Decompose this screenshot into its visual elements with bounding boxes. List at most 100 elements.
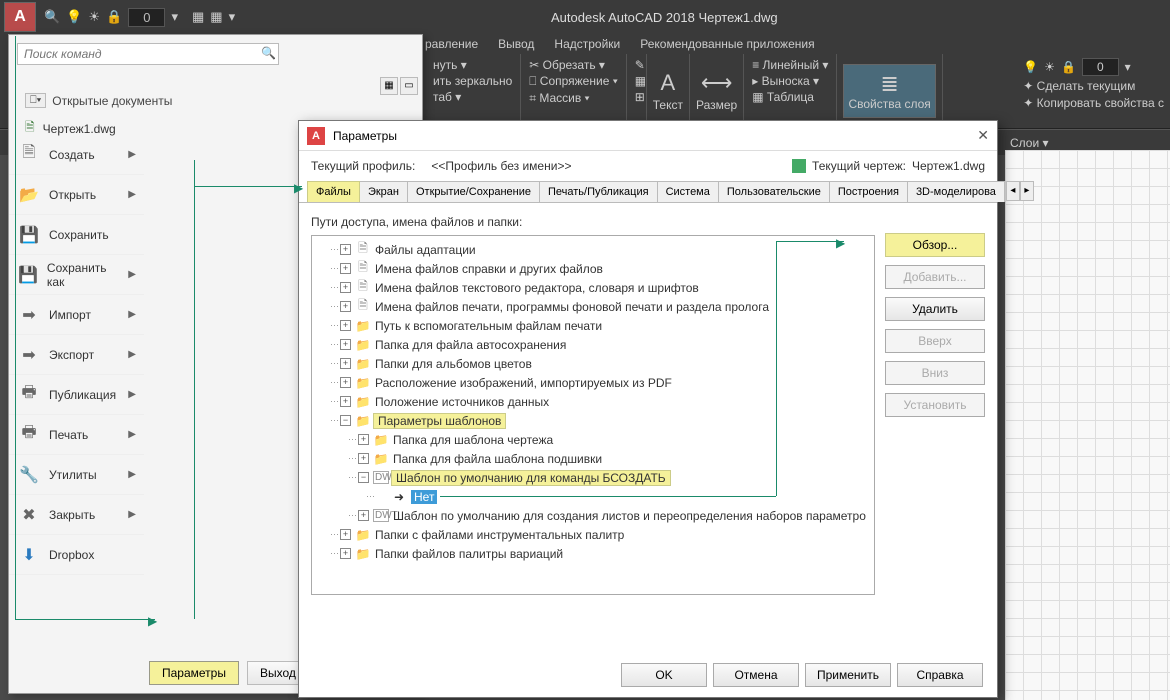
- tab-system[interactable]: Система: [657, 181, 719, 202]
- tree-node[interactable]: ⋯+🗎Имена файлов печати, программы фоново…: [312, 297, 874, 316]
- chevron-down-icon[interactable]: ▾: [1125, 60, 1131, 74]
- array-button[interactable]: ⌗ Массив ▾: [529, 91, 618, 106]
- menu-save[interactable]: 💾Сохранить: [9, 215, 144, 255]
- bulb-icon[interactable]: 💡: [1023, 60, 1038, 74]
- expand-icon[interactable]: −: [358, 472, 369, 483]
- menu-print[interactable]: 🖶Печать▶: [9, 415, 144, 455]
- toggle-list[interactable]: ▭: [400, 77, 418, 95]
- tree-node[interactable]: ⋯+🗎Имена файлов текстового редактора, сл…: [312, 278, 874, 297]
- dimension-panel[interactable]: ⟷ Размер: [690, 54, 744, 128]
- tab-scroll-left[interactable]: ◂: [1006, 181, 1020, 201]
- menu-open[interactable]: 📂Открыть▶: [9, 175, 144, 215]
- expand-icon[interactable]: +: [340, 529, 351, 540]
- layers-dropdown[interactable]: Слои ▾: [1010, 136, 1049, 150]
- expand-icon[interactable]: +: [340, 301, 351, 312]
- expand-icon[interactable]: +: [340, 263, 351, 274]
- tab-opensave[interactable]: Открытие/Сохранение: [407, 181, 540, 202]
- make-current-button[interactable]: ✦ Сделать текущим: [1023, 79, 1164, 93]
- qat-btn-2[interactable]: ▦: [210, 9, 222, 25]
- dropdown-icon[interactable]: ▾: [171, 9, 178, 25]
- options-button[interactable]: Параметры: [149, 661, 239, 685]
- tree-node[interactable]: ⋯+📁Папки для альбомов цветов: [312, 354, 874, 373]
- menu-utilities[interactable]: 🔧Утилиты▶: [9, 455, 144, 495]
- tree-node[interactable]: ⋯+📁Папка для шаблона чертежа: [312, 430, 874, 449]
- tree-node[interactable]: ⋯−📁Параметры шаблонов: [312, 411, 874, 430]
- tree-node[interactable]: ⋯+DWTШаблон по умолчанию для создания ли…: [312, 506, 874, 525]
- ribbon-tab[interactable]: Рекомендованные приложения: [640, 37, 814, 51]
- layer-combo[interactable]: 0: [1082, 58, 1119, 76]
- icon-3[interactable]: ⊞: [635, 90, 638, 104]
- ribbon-tab[interactable]: равление: [425, 37, 478, 51]
- tree-node[interactable]: ⋯+📁Папки с файлами инструментальных пали…: [312, 525, 874, 544]
- icon-1[interactable]: ✎: [635, 58, 638, 72]
- save-icon[interactable]: 🔍: [44, 9, 60, 25]
- help-button[interactable]: Справка: [897, 663, 983, 687]
- fillet-button[interactable]: ⎕ Сопряжение ▾: [529, 74, 618, 89]
- leader-button[interactable]: ▸ Выноска ▾: [752, 74, 828, 88]
- toggle-icons[interactable]: ▦: [380, 77, 398, 95]
- lock-icon[interactable]: 🔒: [1061, 60, 1076, 74]
- expand-icon[interactable]: +: [358, 434, 369, 445]
- menu-export[interactable]: ➡Экспорт▶: [9, 335, 144, 375]
- menu-publish[interactable]: 🖶Публикация▶: [9, 375, 144, 415]
- tree-node[interactable]: ⋯+📁Расположение изображений, импортируем…: [312, 373, 874, 392]
- expand-icon[interactable]: +: [340, 548, 351, 559]
- menu-import[interactable]: ➡Импорт▶: [9, 295, 144, 335]
- paths-tree[interactable]: ⋯+🗎Файлы адаптации⋯+🗎Имена файлов справк…: [311, 235, 875, 595]
- icon-2[interactable]: ▦: [635, 74, 638, 88]
- apply-button[interactable]: Применить: [805, 663, 891, 687]
- delete-button[interactable]: Удалить: [885, 297, 985, 321]
- expand-icon[interactable]: −: [340, 415, 351, 426]
- tab-plot[interactable]: Печать/Публикация: [539, 181, 658, 202]
- expand-icon[interactable]: +: [340, 377, 351, 388]
- tree-node[interactable]: ⋯+📁Путь к вспомогательным файлам печати: [312, 316, 874, 335]
- ribbon-tab[interactable]: Вывод: [498, 37, 534, 51]
- layer-props-button[interactable]: ≣ Свойства слоя: [843, 64, 935, 118]
- tab-user[interactable]: Пользовательские: [718, 181, 830, 202]
- qat-btn-1[interactable]: ▦: [192, 9, 204, 25]
- sun-icon[interactable]: ☀: [1044, 60, 1055, 74]
- table-button[interactable]: ▦ Таблица: [752, 90, 828, 104]
- app-logo[interactable]: A: [4, 2, 36, 32]
- mirror-button[interactable]: ить зеркально: [433, 74, 512, 88]
- menu-saveas[interactable]: 💾Сохранить как▶: [9, 255, 144, 295]
- tree-node[interactable]: ⋯+📁Папка для файла шаблона подшивки: [312, 449, 874, 468]
- tab-files[interactable]: Файлы: [307, 181, 360, 202]
- menu-new[interactable]: 🗎Создать▶: [9, 135, 144, 175]
- sun-icon[interactable]: ☀: [88, 9, 100, 25]
- set-button[interactable]: Установить: [885, 393, 985, 417]
- tab-3d[interactable]: 3D-моделирова: [907, 181, 1005, 202]
- tab-scroll-right[interactable]: ▸: [1020, 181, 1034, 201]
- tree-node[interactable]: ⋯+📁Положение источников данных: [312, 392, 874, 411]
- rotate-button[interactable]: нуть ▾: [433, 58, 512, 72]
- copy-props-button[interactable]: ✦ Копировать свойства с: [1023, 96, 1164, 110]
- expand-icon[interactable]: +: [340, 396, 351, 407]
- tree-node[interactable]: ⋯+🗎Имена файлов справки и других файлов: [312, 259, 874, 278]
- add-button[interactable]: Добавить...: [885, 265, 985, 289]
- drawing-canvas[interactable]: [1005, 150, 1170, 700]
- tab-drafting[interactable]: Построения: [829, 181, 908, 202]
- menu-close[interactable]: ✖Закрыть▶: [9, 495, 144, 535]
- linear-button[interactable]: ≡ Линейный ▾: [752, 58, 828, 72]
- tree-node[interactable]: ⋯+🗎Файлы адаптации: [312, 240, 874, 259]
- browse-button[interactable]: Обзор...: [885, 233, 985, 257]
- trim-button[interactable]: ✂ Обрезать ▾: [529, 58, 618, 72]
- text-panel[interactable]: A Текст: [647, 54, 690, 128]
- search-icon[interactable]: 🔍: [261, 46, 276, 60]
- tree-node[interactable]: ⋯−DWTШаблон по умолчанию для команды БСО…: [312, 468, 874, 487]
- menu-dropbox[interactable]: ⬇Dropbox: [9, 535, 144, 575]
- tab-display[interactable]: Экран: [359, 181, 408, 202]
- expand-icon[interactable]: +: [340, 282, 351, 293]
- tree-node[interactable]: ⋯+📁Папки файлов палитры вариаций: [312, 544, 874, 563]
- up-button[interactable]: Вверх: [885, 329, 985, 353]
- ribbon-tab[interactable]: Надстройки: [554, 37, 620, 51]
- down-button[interactable]: Вниз: [885, 361, 985, 385]
- layer-props-panel[interactable]: ≣ Свойства слоя: [837, 54, 942, 128]
- scale-button[interactable]: таб ▾: [433, 90, 512, 104]
- tree-node[interactable]: ⋯+📁Папка для файла автосохранения: [312, 335, 874, 354]
- search-input[interactable]: [17, 43, 279, 65]
- cancel-button[interactable]: Отмена: [713, 663, 799, 687]
- expand-icon[interactable]: +: [340, 358, 351, 369]
- expand-icon[interactable]: +: [358, 453, 369, 464]
- expand-icon[interactable]: +: [358, 510, 369, 521]
